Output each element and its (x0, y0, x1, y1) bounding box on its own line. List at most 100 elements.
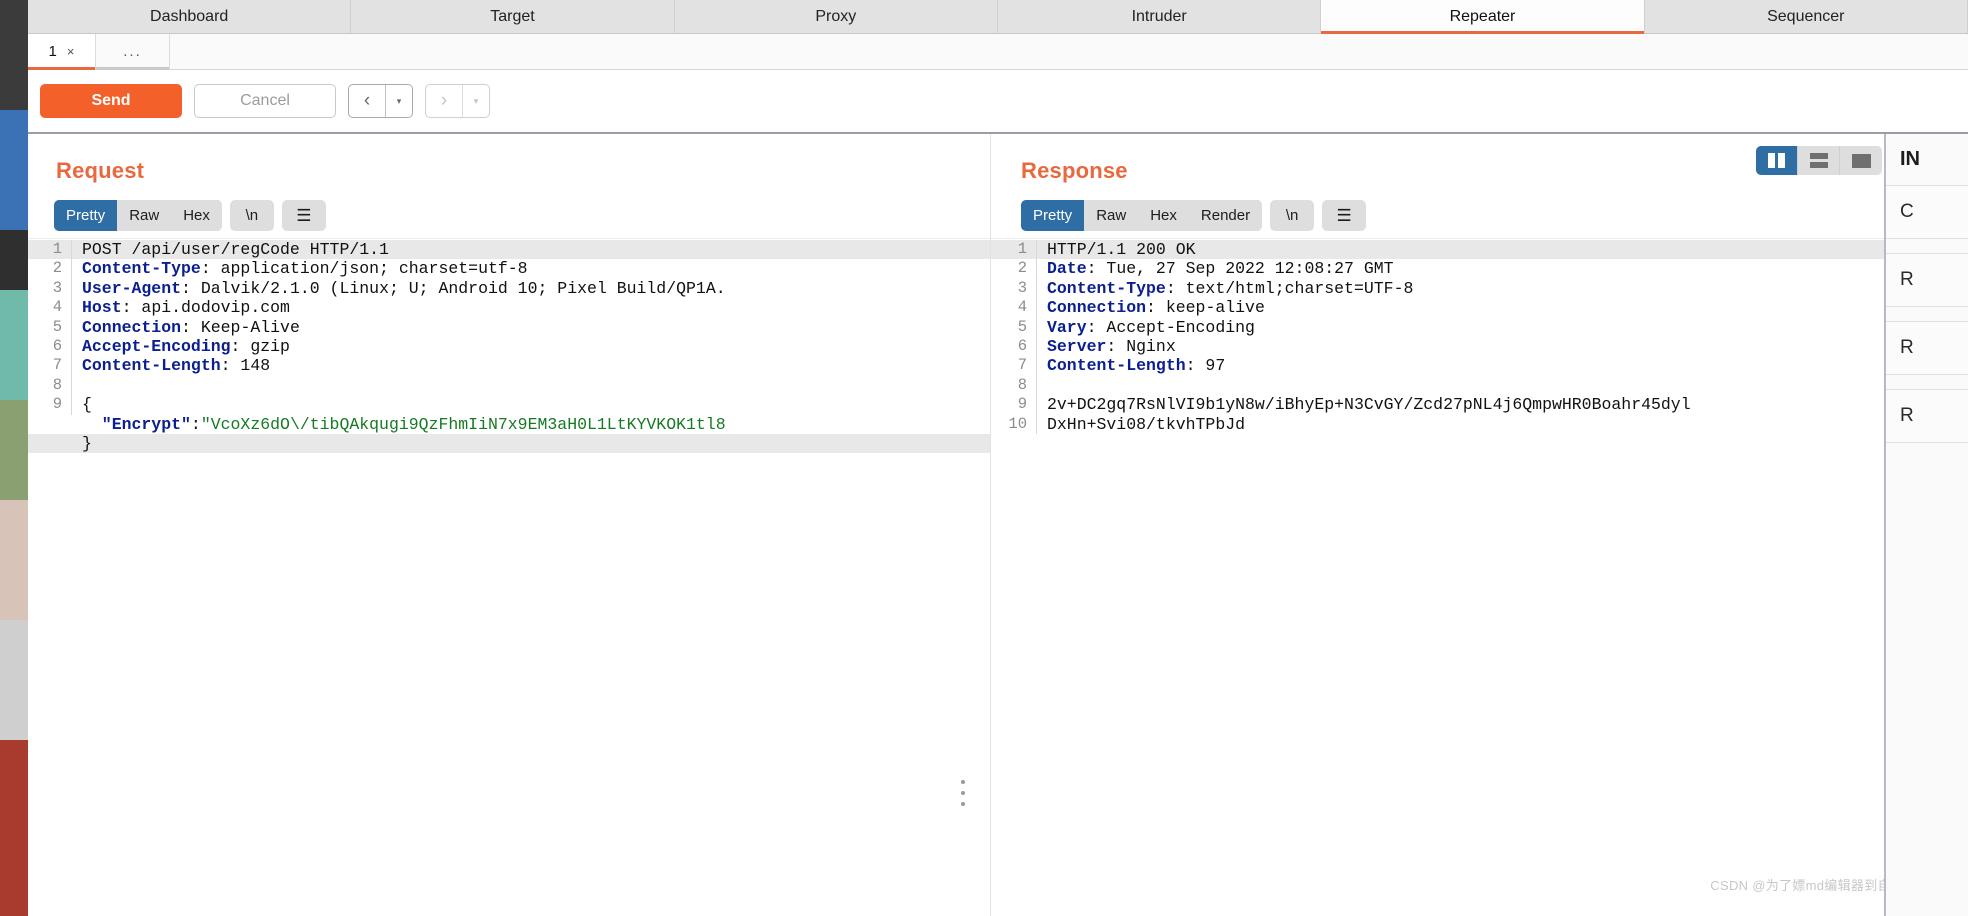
response-tab-pretty[interactable]: Pretty (1021, 200, 1085, 231)
header-value: : 97 (1185, 356, 1226, 376)
burp-main-window: Dashboard Target Proxy Intruder Repeater… (28, 0, 1968, 916)
main-tab-label: Target (490, 7, 535, 25)
strip-thumb (0, 400, 28, 500)
request-resize-handle[interactable] (960, 780, 966, 806)
line-number: 2 (991, 259, 1037, 279)
request-pane-title: Request (56, 158, 145, 183)
response-tab-render[interactable]: Render (1188, 200, 1263, 231)
main-tab-target[interactable]: Target (351, 0, 675, 33)
main-tab-bar: Dashboard Target Proxy Intruder Repeater… (28, 0, 1968, 34)
request-menu-icon[interactable]: ☰ (281, 200, 326, 231)
header-key: Connection (82, 317, 182, 337)
header-value: : 148 (220, 356, 271, 376)
inspector-row[interactable]: R (1886, 321, 1968, 375)
line-number: 2 (28, 259, 72, 279)
cancel-button[interactable]: Cancel (194, 84, 336, 118)
forward-button-group[interactable]: › ▾ (425, 84, 490, 118)
response-menu-icon[interactable]: ☰ (1322, 200, 1367, 231)
header-key: Content-Type (1047, 278, 1166, 298)
request-code-area[interactable]: 1 POST /api/user/regCode HTTP/1.1 2 Conten… (28, 240, 990, 916)
header-value: : application/json; charset=utf-8 (200, 259, 528, 279)
code-line: 8 (28, 375, 990, 396)
tab-label: Hex (183, 207, 210, 224)
json-key: "Encrypt" (82, 414, 191, 434)
request-tab-pretty[interactable]: Pretty (54, 200, 118, 231)
request-tab-hex[interactable]: Hex (171, 200, 222, 231)
main-tab-sequencer[interactable]: Sequencer (1644, 0, 1968, 33)
code-line: 5 Vary: Accept-Encoding (991, 317, 1912, 337)
response-editor-separator (991, 238, 1912, 239)
main-tab-label: Dashboard (150, 7, 229, 25)
tab-label: Hex (1150, 207, 1177, 224)
main-tab-dashboard[interactable]: Dashboard (28, 0, 352, 33)
request-editor-separator (28, 238, 990, 239)
code-line: 7 Content-Length: 97 (991, 356, 1912, 376)
inspector-row[interactable]: R (1886, 389, 1968, 443)
code-line: 2 Date: Tue, 27 Sep 2022 12:08:27 GMT (991, 259, 1912, 279)
line-number: 8 (28, 375, 72, 396)
header-key: Host (82, 298, 122, 318)
code-text: 2v+DC2gq7RsNlVI9b1yN8w/iBhyEp+N3CvGY/Zcd… (1047, 395, 1691, 415)
line-number: 9 (991, 395, 1037, 415)
add-tab-label: ... (123, 43, 142, 60)
chevron-down-icon[interactable]: ▾ (386, 85, 412, 117)
single-pane-icon (1851, 153, 1871, 168)
chevron-down-icon[interactable]: ▾ (463, 85, 489, 117)
send-button[interactable]: Send (40, 84, 182, 118)
strip-thumb (0, 500, 28, 620)
layout-stacked-button[interactable] (1798, 146, 1840, 175)
repeater-tab-1[interactable]: 1 × (28, 34, 96, 70)
chevron-left-icon[interactable]: ‹ (349, 85, 385, 117)
repeater-tab-bar: 1 × ... (28, 34, 1968, 70)
back-button-group[interactable]: ‹ ▾ (348, 84, 413, 118)
response-code-area[interactable]: 1 HTTP/1.1 200 OK 2 Date: Tue, 27 Sep 2022… (991, 240, 1912, 916)
line-number: 7 (28, 356, 72, 376)
code-line: 9 2v+DC2gq7RsNlVI9b1yN8w/iBhyEp+N3CvGY/Zc… (991, 395, 1912, 415)
code-text: HTTP/1.1 200 OK (1047, 240, 1196, 259)
layout-single-button[interactable] (1840, 146, 1882, 175)
request-code-rows: 1 POST /api/user/regCode HTTP/1.1 2 Conten… (28, 240, 990, 454)
header-value: : text/html;charset=UTF-8 (1165, 278, 1414, 298)
chevron-right-icon[interactable]: › (426, 85, 462, 117)
main-tab-repeater[interactable]: Repeater (1321, 0, 1645, 34)
request-tab-raw[interactable]: Raw (117, 200, 172, 231)
tab-label: Render (1200, 207, 1251, 224)
response-pane-title: Response (1021, 158, 1128, 183)
strip-thumb (0, 620, 28, 740)
line-number: 5 (991, 317, 1037, 337)
response-tab-raw[interactable]: Raw (1084, 200, 1139, 231)
repeater-tab-number: 1 (48, 43, 57, 60)
response-editor-tab-bar: Pretty Raw Hex Render \n ☰ (1021, 200, 1367, 231)
inspector-title: IN (1900, 148, 1920, 170)
repeater-add-tab-button[interactable]: ... (96, 34, 170, 70)
line-number: 9 (28, 395, 72, 415)
inspector-row[interactable]: R (1886, 253, 1968, 307)
code-line: 7 Content-Length: 148 (28, 356, 990, 376)
code-line: } (28, 433, 990, 454)
response-tab-hex[interactable]: Hex (1138, 200, 1189, 231)
main-tab-intruder[interactable]: Intruder (997, 0, 1322, 33)
code-line: 5 Connection: Keep-Alive (28, 317, 990, 337)
header-value: : Nginx (1106, 336, 1176, 356)
response-newline-toggle[interactable]: \n (1270, 200, 1315, 231)
main-tab-proxy[interactable]: Proxy (674, 0, 998, 33)
line-number: 3 (991, 278, 1037, 299)
main-tab-label: Sequencer (1767, 7, 1845, 25)
hamburger-icon: ☰ (1336, 205, 1352, 225)
code-line: 9{ (28, 395, 990, 415)
code-line: 2 Content-Type: application/json; charset… (28, 259, 990, 279)
main-tab-label: Intruder (1131, 7, 1187, 25)
request-editor-tab-bar: Pretty Raw Hex \n ☰ (54, 200, 326, 231)
request-newline-toggle[interactable]: \n (229, 200, 274, 231)
inspector-panel: IN C R R R (1884, 134, 1968, 916)
close-icon[interactable]: × (67, 44, 75, 59)
header-key: Vary (1047, 317, 1087, 337)
tab-label: Pretty (66, 207, 106, 224)
layout-side-by-side-button[interactable] (1756, 146, 1798, 175)
inspector-row[interactable]: C (1886, 185, 1968, 239)
code-line: 4 Host: api.dodovip.com (28, 298, 990, 318)
editor-panes: Request Pretty Raw Hex \n ☰ 1 POST /api/u… (28, 132, 1968, 916)
header-key: Content-Length (1047, 356, 1186, 376)
header-value: : Accept-Encoding (1086, 317, 1255, 337)
strip-thumb (0, 110, 28, 230)
